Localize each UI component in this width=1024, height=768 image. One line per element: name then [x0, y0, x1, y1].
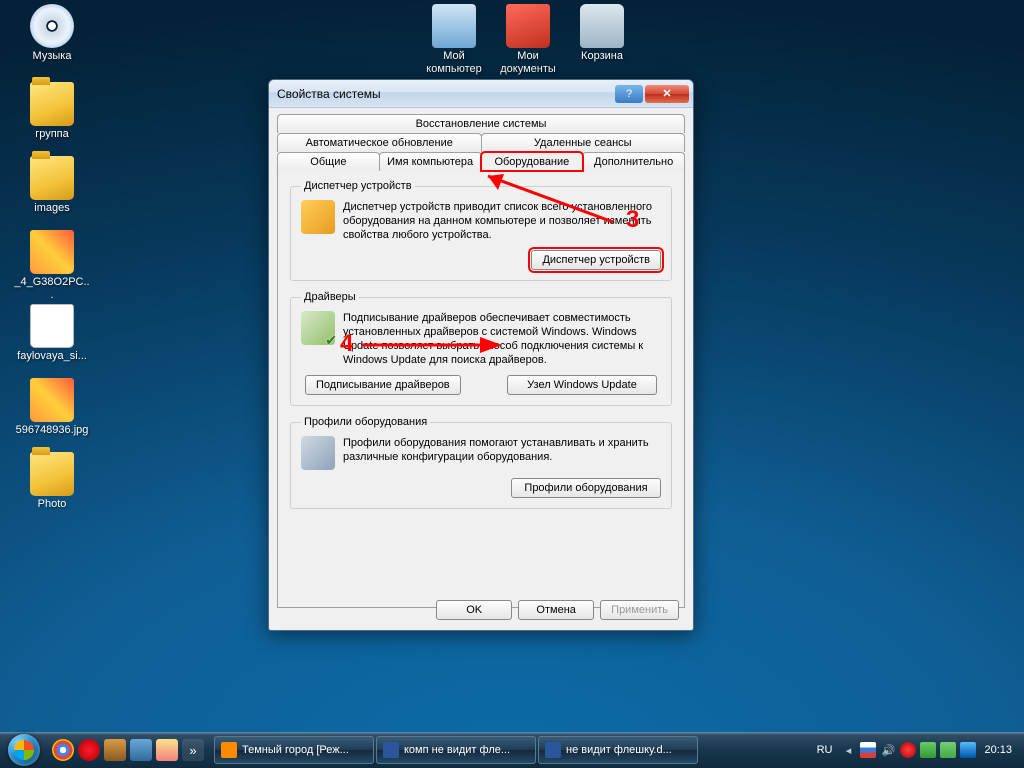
- desktop-icon[interactable]: Музыка: [14, 4, 90, 63]
- tray-removable-icon[interactable]: [940, 742, 956, 758]
- cancel-button[interactable]: Отмена: [518, 600, 594, 620]
- mon-icon: [432, 4, 476, 48]
- bin-icon: [580, 4, 624, 48]
- desktop-icon-label: Мои документы: [490, 50, 566, 76]
- group-device-manager-legend: Диспетчер устройств: [301, 180, 415, 192]
- tab-remote-sessions[interactable]: Удаленные сеансы: [481, 133, 686, 152]
- tab-advanced[interactable]: Дополнительно: [582, 152, 685, 171]
- quick-app-icon[interactable]: [104, 739, 126, 761]
- desktop-icon-label: Музыка: [14, 50, 90, 63]
- desktop-icon[interactable]: группа: [14, 82, 90, 141]
- group-drivers: Драйверы Подписывание драйверов обеспечи…: [290, 291, 672, 406]
- desktop-icon-label: images: [14, 202, 90, 215]
- titlebar[interactable]: Свойства системы ? ✕: [269, 80, 693, 108]
- quick-opera-icon[interactable]: [78, 739, 100, 761]
- quick-chrome-icon[interactable]: [52, 739, 74, 761]
- device-manager-icon: [301, 200, 335, 234]
- taskbar: » Темный город [Реж... комп не видит фле.…: [0, 732, 1024, 768]
- start-button[interactable]: [2, 733, 46, 767]
- tab-hardware[interactable]: Оборудование: [481, 152, 584, 171]
- tray-shield-icon[interactable]: [900, 742, 916, 758]
- taskbar-task-button[interactable]: Темный город [Реж...: [214, 736, 374, 764]
- tray-monitor-icon[interactable]: [960, 742, 976, 758]
- tab-computer-name[interactable]: Имя компьютера: [379, 152, 482, 171]
- tab-content: Диспетчер устройств Диспетчер устройств …: [277, 170, 685, 608]
- task-app-icon: [383, 742, 399, 758]
- task-app-icon: [545, 742, 561, 758]
- dialog-button-bar: OK Отмена Применить: [436, 600, 679, 620]
- profiles-text: Профили оборудования помогают устанавлив…: [343, 436, 661, 464]
- desktop-icon-label: Мой компьютер: [416, 50, 492, 76]
- thumb-icon: [30, 230, 74, 274]
- system-properties-dialog: Свойства системы ? ✕ Восстановление сист…: [268, 79, 694, 631]
- quick-show-desktop-icon[interactable]: [130, 739, 152, 761]
- windows-update-button[interactable]: Узел Windows Update: [507, 375, 657, 395]
- desktop-icon[interactable]: Мои документы: [490, 4, 566, 76]
- desktop-icon[interactable]: images: [14, 156, 90, 215]
- drivers-text: Подписывание драйверов обеспечивает совм…: [343, 311, 661, 367]
- group-device-manager: Диспетчер устройств Диспетчер устройств …: [290, 180, 672, 281]
- tab-general[interactable]: Общие: [277, 152, 380, 171]
- language-indicator[interactable]: RU: [813, 744, 837, 756]
- apply-button[interactable]: Применить: [600, 600, 679, 620]
- profiles-icon: [301, 436, 335, 470]
- group-drivers-legend: Драйверы: [301, 291, 359, 303]
- device-manager-button[interactable]: Диспетчер устройств: [531, 250, 661, 270]
- close-button[interactable]: ✕: [645, 85, 689, 103]
- desktop-icon-label: группа: [14, 128, 90, 141]
- task-label: не видит флешку.d...: [566, 744, 672, 756]
- task-app-icon: [221, 742, 237, 758]
- desktop-icon-label: 596748936.jpg: [14, 424, 90, 437]
- group-profiles-legend: Профили оборудования: [301, 416, 430, 428]
- task-buttons: Темный город [Реж... комп не видит фле...…: [210, 736, 807, 764]
- cd-icon: [30, 4, 74, 48]
- tray-volume-icon[interactable]: 🔊: [880, 742, 896, 758]
- task-label: комп не видит фле...: [404, 744, 510, 756]
- folder-icon: [30, 156, 74, 200]
- tabs-area: Восстановление системы Автоматическое об…: [269, 108, 693, 171]
- hardware-profiles-button[interactable]: Профили оборудования: [511, 478, 661, 498]
- taskbar-clock[interactable]: 20:13: [980, 744, 1016, 756]
- desktop-icon-label: Корзина: [564, 50, 640, 63]
- folder-icon: [30, 82, 74, 126]
- drivers-icon: [301, 311, 335, 345]
- tab-auto-update[interactable]: Автоматическое обновление: [277, 133, 482, 152]
- quick-launch: »: [46, 739, 210, 761]
- tray-chevron-icon[interactable]: ◂: [840, 742, 856, 758]
- system-tray: RU ◂ 🔊 20:13: [807, 742, 1022, 758]
- group-hardware-profiles: Профили оборудования Профили оборудовани…: [290, 416, 672, 509]
- dialog-title: Свойства системы: [277, 87, 613, 101]
- tab-system-restore[interactable]: Восстановление системы: [277, 114, 685, 133]
- desktop-icon-label: _4_G38O2PC...: [14, 276, 90, 302]
- taskbar-task-button[interactable]: не видит флешку.d...: [538, 736, 698, 764]
- tray-flag-icon[interactable]: [860, 742, 876, 758]
- windows-orb-icon: [8, 734, 40, 766]
- quick-chevron-icon[interactable]: »: [182, 739, 204, 761]
- txt-icon: [30, 304, 74, 348]
- ok-button[interactable]: OK: [436, 600, 512, 620]
- desktop-icon-label: Photo: [14, 498, 90, 511]
- task-label: Темный город [Реж...: [242, 744, 349, 756]
- taskbar-task-button[interactable]: комп не видит фле...: [376, 736, 536, 764]
- desktop-icon[interactable]: _4_G38O2PC...: [14, 230, 90, 302]
- driver-signing-button[interactable]: Подписывание драйверов: [305, 375, 461, 395]
- docfold-icon: [506, 4, 550, 48]
- desktop-icon[interactable]: faylovaya_si...: [14, 304, 90, 363]
- device-manager-text: Диспетчер устройств приводит список всег…: [343, 200, 661, 242]
- quick-explorer-icon[interactable]: [156, 739, 178, 761]
- desktop-icon[interactable]: Photo: [14, 452, 90, 511]
- folder-icon: [30, 452, 74, 496]
- desktop-icon[interactable]: Корзина: [564, 4, 640, 63]
- desktop-icon[interactable]: Мой компьютер: [416, 4, 492, 76]
- desktop-icon-label: faylovaya_si...: [14, 350, 90, 363]
- thumb-icon: [30, 378, 74, 422]
- desktop-icon[interactable]: 596748936.jpg: [14, 378, 90, 437]
- tray-network-icon[interactable]: [920, 742, 936, 758]
- help-button[interactable]: ?: [615, 85, 643, 103]
